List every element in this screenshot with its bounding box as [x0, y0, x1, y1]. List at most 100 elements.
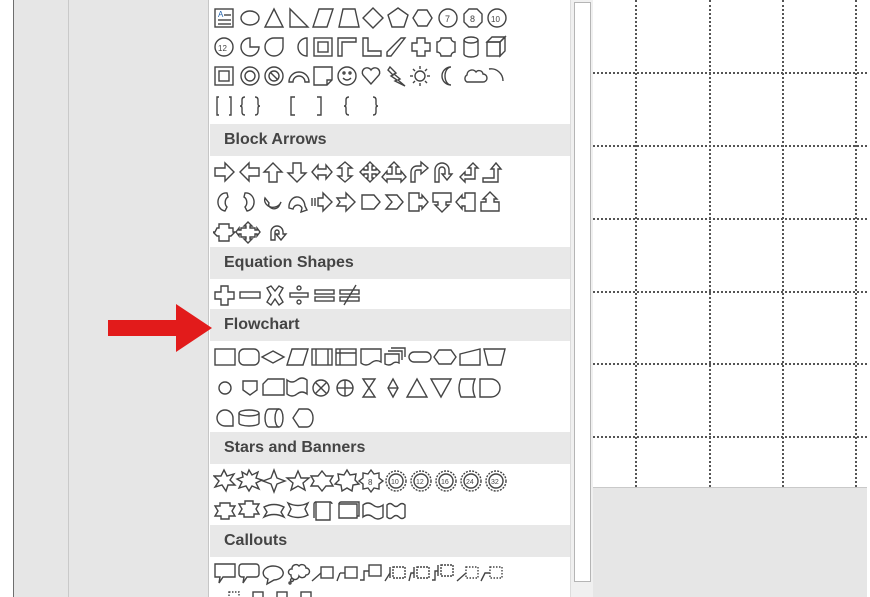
octagon-shape-icon[interactable]: 8: [463, 8, 483, 28]
curved-up-arrow-shape-icon[interactable]: [263, 196, 282, 210]
l-shape-icon[interactable]: [362, 37, 382, 57]
explosion-1-shape-icon[interactable]: [213, 468, 237, 493]
oval-shape-icon[interactable]: [240, 10, 260, 26]
vertical-scroll-shape-icon[interactable]: [313, 501, 333, 521]
star-10-point-shape-icon[interactable]: 10: [385, 470, 407, 492]
flowchart-offpage-connector-shape-icon[interactable]: [242, 380, 258, 396]
flowchart-magnetic-disk-shape-icon[interactable]: [238, 409, 260, 427]
up-arrow-shape-icon[interactable]: [262, 162, 284, 183]
cross-shape-icon[interactable]: [411, 37, 431, 57]
left-brace-shape-icon[interactable]: [343, 96, 350, 116]
multiply-shape-icon[interactable]: [266, 285, 284, 307]
cloud-shape-icon[interactable]: [464, 69, 488, 83]
line-callout-1-accent-shape-icon[interactable]: [384, 566, 406, 582]
curved-down-arrow-shape-icon[interactable]: [288, 196, 308, 214]
teardrop-shape-icon[interactable]: [264, 37, 284, 57]
star-8-point-shape-icon[interactable]: 8: [357, 468, 385, 494]
explosion-2-shape-icon[interactable]: [235, 468, 264, 493]
star-32-point-shape-icon[interactable]: 32: [485, 470, 507, 492]
bent-arrow-shape-icon[interactable]: [410, 160, 430, 183]
arc-shape-icon[interactable]: [488, 68, 504, 82]
down-arrow-shape-icon[interactable]: [286, 162, 308, 183]
hexagon-shape-icon[interactable]: [412, 9, 433, 27]
left-arrow-shape-icon[interactable]: [239, 161, 260, 183]
oval-callout-shape-icon[interactable]: [262, 565, 284, 586]
left-bracket-shape-icon[interactable]: [290, 96, 295, 116]
line-callout-2-shape-icon[interactable]: [336, 566, 358, 582]
flowchart-decision-shape-icon[interactable]: [260, 350, 286, 364]
scrollbar-thumb[interactable]: [574, 2, 591, 582]
quad-arrow-shape-icon[interactable]: [359, 161, 381, 183]
folded-corner-shape-icon[interactable]: [313, 66, 333, 86]
flowchart-connector-shape-icon[interactable]: [218, 381, 232, 395]
flowchart-merge-shape-icon[interactable]: [429, 378, 453, 399]
line-callout-1-no-border-shape-icon[interactable]: [456, 566, 479, 582]
flowchart-delay-shape-icon[interactable]: [479, 378, 501, 398]
notched-right-arrow-shape-icon[interactable]: [335, 191, 356, 213]
star-5-point-shape-icon[interactable]: [285, 469, 311, 492]
flowchart-document-shape-icon[interactable]: [360, 348, 382, 366]
line-callout-1-shape-icon[interactable]: [311, 566, 334, 582]
half-frame-shape-icon[interactable]: [337, 37, 357, 57]
cube-shape-icon[interactable]: [485, 35, 507, 58]
heart-shape-icon[interactable]: [361, 67, 381, 86]
star-7-point-shape-icon[interactable]: [333, 468, 361, 493]
donut-shape-icon[interactable]: [240, 66, 260, 86]
left-right-arrow-shape-icon[interactable]: [311, 163, 333, 181]
smiley-face-shape-icon[interactable]: [337, 66, 357, 86]
right-arrow-shape-icon[interactable]: [214, 161, 235, 183]
right-triangle-shape-icon[interactable]: [289, 7, 310, 28]
line-callout-2-no-border-shape-icon[interactable]: [480, 566, 503, 582]
moon-shape-icon[interactable]: [441, 66, 452, 86]
double-bracket-shape-icon[interactable]: [216, 96, 232, 116]
ribbon-down-shape-icon[interactable]: [213, 502, 237, 520]
divide-shape-icon[interactable]: [289, 285, 309, 305]
circular-arrow-shape-icon[interactable]: [270, 225, 288, 242]
frame-shape-icon[interactable]: [313, 37, 333, 57]
flowchart-sequential-access-storage-shape-icon[interactable]: [216, 409, 234, 427]
star-16-point-shape-icon[interactable]: 16: [435, 470, 457, 492]
flowchart-sort-shape-icon[interactable]: [387, 377, 399, 399]
chevron-arrow-shape-icon[interactable]: [384, 194, 404, 210]
wave-shape-icon[interactable]: [362, 502, 384, 520]
diamond-shape-icon[interactable]: [362, 7, 384, 29]
left-right-arrow-callout-shape-icon[interactable]: [213, 223, 237, 242]
curved-right-arrow-shape-icon[interactable]: [217, 192, 229, 212]
left-right-up-arrow-shape-icon[interactable]: [381, 161, 407, 184]
not-equal-shape-icon[interactable]: [339, 284, 360, 306]
u-turn-arrow-shape-icon[interactable]: [434, 162, 454, 183]
flowchart-card-shape-icon[interactable]: [262, 378, 285, 396]
line-callout-3-shape-icon[interactable]: [360, 564, 382, 581]
plus-shape-icon[interactable]: [214, 285, 235, 306]
flowchart-alternate-process-shape-icon[interactable]: [238, 348, 260, 366]
flowchart-predefined-process-shape-icon[interactable]: [311, 348, 333, 366]
cloud-callout-shape-icon[interactable]: [287, 563, 311, 585]
quad-arrow-callout-shape-icon[interactable]: [235, 221, 261, 244]
flowchart-process-shape-icon[interactable]: [214, 348, 236, 366]
flowchart-preparation-shape-icon[interactable]: [433, 349, 457, 365]
up-down-arrow-shape-icon[interactable]: [336, 161, 354, 183]
flowchart-summing-junction-shape-icon[interactable]: [312, 379, 330, 397]
double-wave-shape-icon[interactable]: [386, 502, 406, 520]
rectangular-callout-shape-icon[interactable]: [214, 563, 236, 584]
star-4-point-shape-icon[interactable]: [261, 468, 287, 494]
double-brace-shape-icon[interactable]: [239, 96, 261, 116]
bevel-shape-icon[interactable]: [214, 66, 234, 86]
parallelogram-shape-icon[interactable]: [312, 8, 334, 28]
right-bracket-shape-icon[interactable]: [317, 96, 322, 116]
no-symbol-shape-icon[interactable]: [264, 66, 284, 86]
equal-shape-icon[interactable]: [314, 289, 335, 302]
horizontal-scroll-shape-icon[interactable]: [338, 501, 360, 519]
star-12-point-shape-icon[interactable]: 12: [410, 470, 432, 492]
star-6-point-shape-icon[interactable]: [309, 469, 335, 493]
right-brace-shape-icon[interactable]: [372, 96, 379, 116]
chord-shape-icon[interactable]: [297, 37, 308, 57]
bent-up-arrow-shape-icon[interactable]: [482, 161, 503, 183]
diagonal-stripe-shape-icon[interactable]: [386, 37, 407, 57]
heptagon-shape-icon[interactable]: 7: [438, 8, 458, 28]
flowchart-display-shape-icon[interactable]: [292, 408, 314, 428]
sun-shape-icon[interactable]: [410, 66, 430, 86]
flowchart-collate-shape-icon[interactable]: [361, 378, 377, 398]
right-arrow-callout-shape-icon[interactable]: [408, 192, 429, 212]
pentagon-arrow-shape-icon[interactable]: [361, 194, 381, 210]
